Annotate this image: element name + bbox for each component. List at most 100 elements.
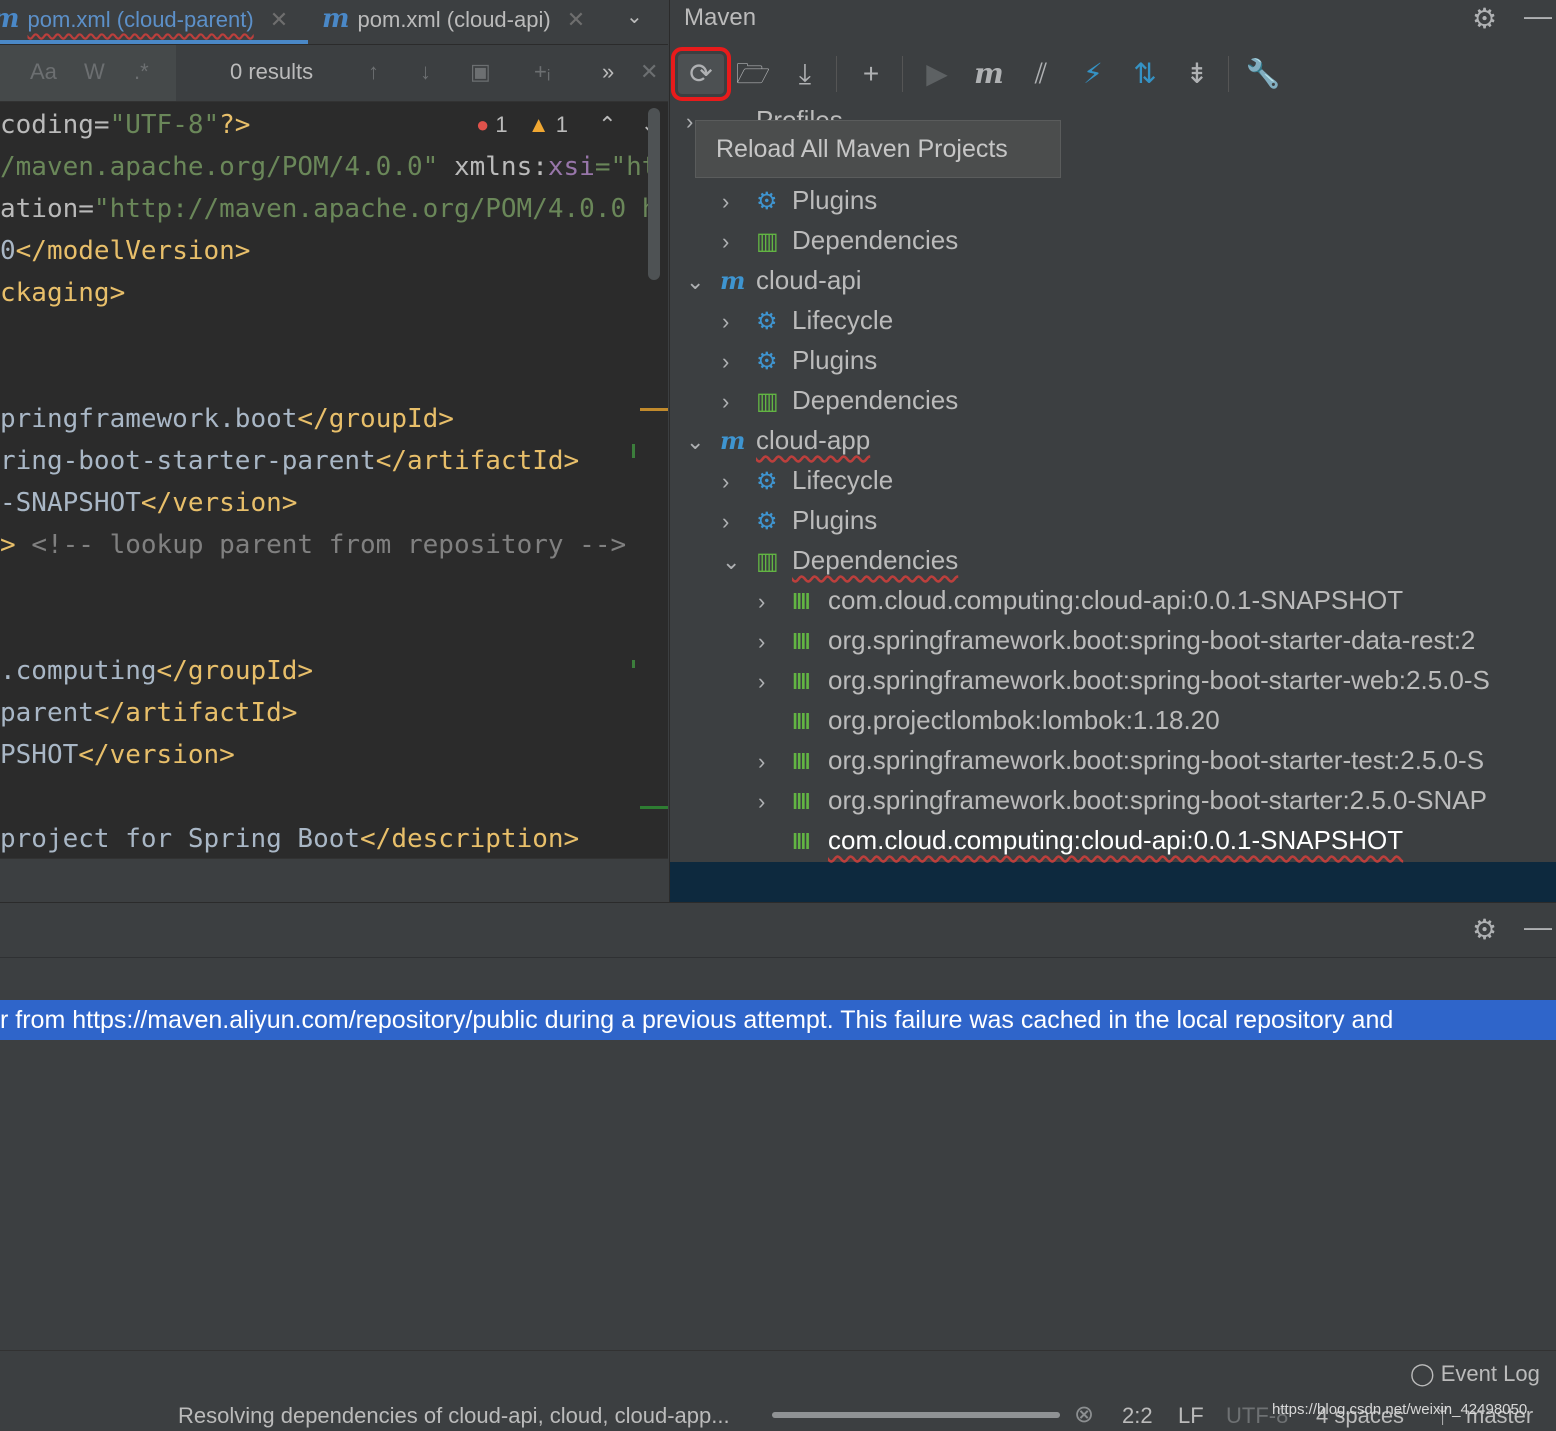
change-marker <box>640 408 668 411</box>
chevron-right-icon[interactable]: › <box>722 342 756 382</box>
match-case-toggle[interactable]: Aa <box>30 59 57 85</box>
chevron-right-icon[interactable]: › <box>758 622 792 662</box>
tree-node[interactable]: › ǀǀǀǀ org.springframework.boot:spring-boo… <box>758 780 1487 820</box>
code-line: > <!-- lookup parent from repository --> <box>0 524 626 566</box>
chevron-right-icon[interactable]: › <box>758 662 792 702</box>
execute-goal-icon[interactable]: m <box>966 54 1012 94</box>
close-icon[interactable]: ✕ <box>567 7 585 32</box>
inspection-widget[interactable]: ● 1 ▲ 1 ⌃ ⌄ <box>476 112 659 138</box>
code-line: ring-boot-starter-parent</artifactId> <box>0 440 579 482</box>
code-token: </groupId> <box>156 656 314 686</box>
editor-tab-bar: m pom.xml (cloud-parent) ✕ m pom.xml (cloud… <box>0 0 668 45</box>
tree-node[interactable]: ⌄ m cloud-api <box>686 260 862 300</box>
code-token: .computing <box>0 656 157 686</box>
show-dependencies-icon[interactable]: ⇅ <box>1122 54 1168 94</box>
close-find-icon[interactable]: ✕ <box>640 59 658 85</box>
dependencies-icon: ▥ <box>756 388 779 415</box>
code-token: parent <box>0 698 94 728</box>
chevron-right-icon[interactable]: › <box>758 742 792 782</box>
tree-node[interactable]: ›⚙ Lifecycle <box>722 300 893 340</box>
line-separator[interactable]: LF <box>1178 1403 1204 1429</box>
previous-occurrence-icon[interactable]: ↑ <box>368 59 379 85</box>
regex-toggle[interactable]: .* <box>134 59 149 85</box>
chevron-right-icon[interactable]: › <box>722 302 756 342</box>
next-occurrence-icon[interactable]: ↓ <box>420 59 431 85</box>
chevron-right-icon[interactable]: › <box>722 222 756 262</box>
lifecycle-icon: ⚙ <box>756 468 778 495</box>
event-log-button[interactable]: ◯ Event Log <box>1410 1361 1540 1387</box>
chevron-up-icon[interactable]: ⌃ <box>598 112 616 137</box>
words-toggle[interactable]: W <box>84 59 105 85</box>
code-line: ckaging> <box>0 272 125 314</box>
change-marker <box>640 806 668 809</box>
chevron-right-icon[interactable]: › <box>722 462 756 502</box>
close-icon[interactable]: ✕ <box>270 7 288 32</box>
skip-tests-icon[interactable]: ⚡ <box>1070 54 1116 94</box>
tab-pom-cloud-api[interactable]: m pom.xml (cloud-api) ✕ <box>322 0 585 44</box>
chevron-right-icon[interactable]: › <box>722 502 756 542</box>
tree-node[interactable]: › ⚙ Plugins <box>722 340 877 380</box>
code-token: <!-- lookup parent from repository --> <box>31 530 627 560</box>
caret-position[interactable]: 2:2 <box>1122 1403 1153 1429</box>
progress-bar <box>772 1412 1060 1418</box>
gear-icon[interactable]: ⚙ <box>1472 913 1497 946</box>
code-token: /maven.apache.org/POM/4.0.0" <box>0 152 439 182</box>
tab-pom-cloud-parent[interactable]: m pom.xml (cloud-parent) ✕ <box>0 0 308 44</box>
tree-node[interactable]: › ⚙ Plugins <box>722 500 877 540</box>
code-editor[interactable]: m pom.xml (cloud-parent) ✕ m pom.xml (cloud… <box>0 0 668 858</box>
chevron-right-icon[interactable]: › <box>758 582 792 622</box>
cancel-task-icon[interactable]: ⊗ <box>1074 1400 1094 1429</box>
tree-node[interactable]: › ǀǀǀǀ org.springframework.boot:spring-boo… <box>758 740 1484 780</box>
minimize-icon[interactable]: — <box>1524 0 1552 32</box>
maven-module-icon: m <box>720 426 746 455</box>
code-token: project for Spring Boot <box>0 824 361 854</box>
select-all-occurrences-icon[interactable]: ▣ <box>470 59 491 85</box>
run-icon[interactable]: ▶ <box>914 54 960 94</box>
code-line: 0</modelVersion> <box>0 230 250 272</box>
add-maven-projects-icon[interactable]: 🗁 <box>730 54 776 94</box>
maven-tool-window: Maven ⚙ — ⟳ 🗁 ⤓ + ▶ m ⫽ ⚡ ⇅ ⇟ 🔧 ›▬Profil… <box>669 0 1556 902</box>
chevron-down-icon[interactable]: ⌄ <box>686 262 720 302</box>
tree-node[interactable]: › ǀǀǀǀ com.cloud.computing:cloud-api:0.0.1… <box>758 580 1403 620</box>
code-token: </version> <box>78 740 235 770</box>
chevron-right-icon[interactable]: › <box>722 382 756 422</box>
code-token: pringframework.boot <box>0 404 298 434</box>
vertical-scrollbar[interactable] <box>648 108 660 280</box>
tree-node[interactable]: ǀǀǀǀ com.cloud.computing:cloud-api:0.0.1-… <box>758 820 1403 860</box>
gear-icon[interactable]: ⚙ <box>1472 2 1497 35</box>
code-token: </artifactId> <box>375 446 580 476</box>
tree-node[interactable]: › ǀǀǀǀ org.springframework.boot:spring-boo… <box>758 660 1490 700</box>
tree-node[interactable]: › ▥ Dependencies <box>722 380 958 420</box>
settings-wrench-icon[interactable]: 🔧 <box>1240 54 1286 94</box>
chevron-right-icon[interactable]: › <box>722 182 756 222</box>
code-token: -SNAPSHOT <box>0 488 141 518</box>
chevron-right-icon[interactable]: › <box>758 782 792 822</box>
code-token: xsi <box>547 152 595 182</box>
panel-header: ⚙ — <box>0 902 1556 958</box>
console-output-line[interactable]: r from https://maven.aliyun.com/reposito… <box>0 1000 1556 1040</box>
tree-node[interactable]: › ⚙ Plugins <box>722 180 877 220</box>
tree-node[interactable]: ›⚙ Lifecycle <box>722 460 893 500</box>
background-task-label: Resolving dependencies of cloud-api, clo… <box>178 1403 730 1428</box>
tree-node[interactable]: ǀǀǀǀ org.projectlombok:lombok:1.18.20 <box>758 700 1220 740</box>
collapse-all-icon[interactable]: ⇟ <box>1174 54 1220 94</box>
library-icon: ǀǀǀǀ <box>792 589 811 614</box>
download-icon[interactable]: ⤓ <box>782 54 828 94</box>
reload-icon[interactable]: ⟳ <box>671 47 731 101</box>
add-icon[interactable]: + <box>848 54 894 94</box>
tree-node[interactable]: › ǀǀǀǀ org.springframework.boot:spring-boo… <box>758 620 1475 660</box>
chevron-down-icon[interactable]: ⌄ <box>722 542 756 582</box>
chevron-down-icon[interactable]: ⌄ <box>686 422 720 462</box>
tree-node[interactable]: ⌄ ▥ Dependencies <box>722 540 958 580</box>
toggle-offline-icon[interactable]: ⫽ <box>1018 54 1064 94</box>
code-token: "UTF-8" <box>109 110 220 140</box>
tree-node[interactable]: › ▥ Dependencies <box>722 220 958 260</box>
code-token: coding= <box>0 110 110 140</box>
chevron-down-icon[interactable]: ⌄ <box>626 4 643 29</box>
tool-window-title: Maven <box>684 4 757 31</box>
more-options-icon[interactable]: » <box>602 59 614 85</box>
code-line: /maven.apache.org/POM/4.0.0" xmlns:xsi="… <box>0 146 657 188</box>
minimize-icon[interactable]: — <box>1524 911 1552 943</box>
add-selection-icon[interactable]: +ᵢ <box>534 59 550 85</box>
tree-node[interactable]: ⌄ m cloud-app <box>686 420 870 460</box>
